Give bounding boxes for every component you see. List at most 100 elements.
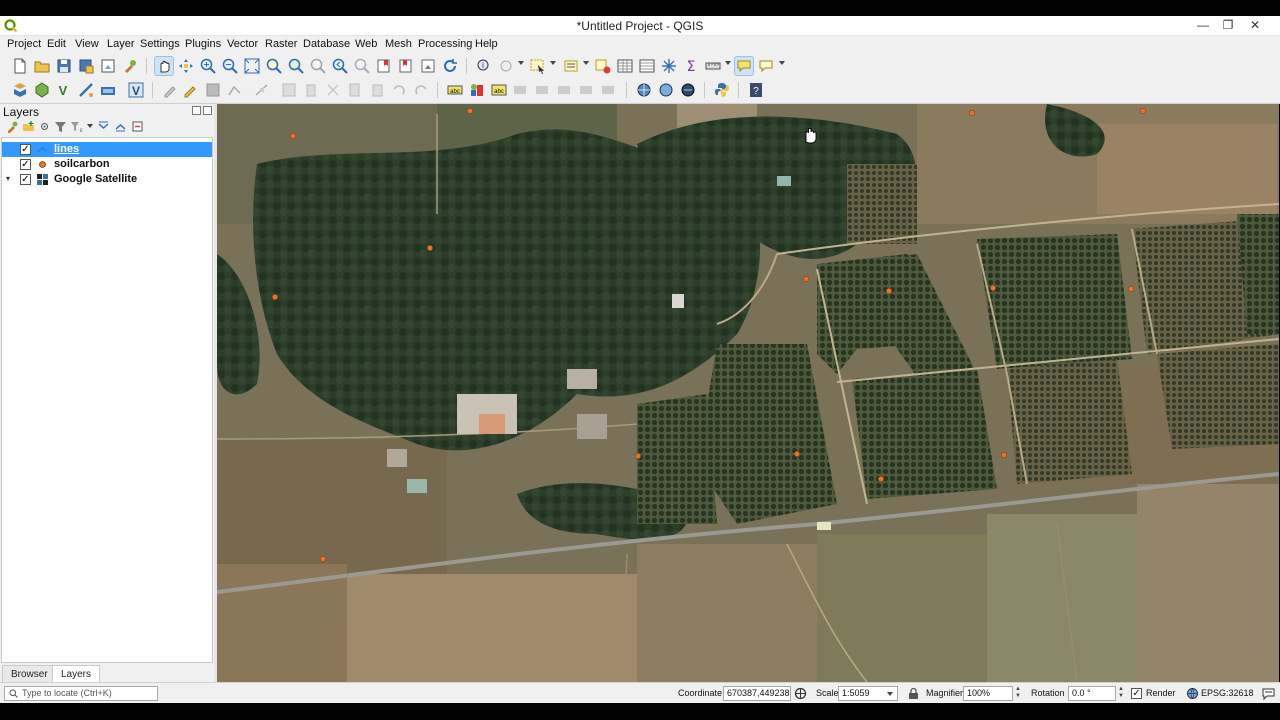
coordinate-field[interactable]: 670387,449238 — [723, 686, 791, 701]
digitize-icon[interactable] — [226, 81, 244, 99]
new-geopackage-layer-icon[interactable] — [33, 81, 51, 99]
filter-by-expression-icon[interactable]: ε — [70, 120, 83, 133]
messages-icon[interactable] — [1262, 687, 1275, 700]
layer-visibility-checkbox[interactable]: ✓ — [20, 174, 31, 185]
vertex-tool-icon[interactable] — [253, 81, 271, 99]
coordinate-toggle-icon[interactable] — [794, 687, 807, 700]
toggle-editing-icon[interactable] — [181, 81, 199, 99]
panel-float-icon[interactable] — [192, 106, 201, 115]
menu-layer[interactable]: Layer — [107, 38, 135, 50]
crs-label[interactable]: EPSG:32618 — [1201, 688, 1254, 698]
zoom-full-icon[interactable] — [243, 57, 261, 75]
globe-icon[interactable] — [679, 81, 697, 99]
zoom-out-icon[interactable] — [221, 57, 239, 75]
move-label-icon[interactable] — [556, 81, 574, 99]
map-canvas[interactable] — [217, 104, 1279, 682]
layer-row-lines[interactable]: ✓ lines — [2, 142, 212, 157]
menu-processing[interactable]: Processing — [418, 38, 472, 50]
help-icon[interactable]: ? — [747, 81, 765, 99]
refresh-map-icon[interactable] — [441, 57, 459, 75]
cut-features-icon[interactable] — [302, 81, 320, 99]
menu-mesh[interactable]: Mesh — [385, 38, 412, 50]
select-by-value-icon[interactable] — [562, 57, 580, 75]
minimize-button[interactable]: — — [1190, 16, 1216, 36]
new-project-icon[interactable] — [11, 57, 29, 75]
layer-visibility-checkbox[interactable]: ✓ — [20, 159, 31, 170]
add-group-icon[interactable] — [22, 120, 35, 133]
crs-globe-icon[interactable] — [1186, 687, 1199, 700]
magnifier-field[interactable]: 100% — [963, 686, 1013, 701]
pan-map-icon[interactable] — [154, 56, 174, 76]
new-bookmark-icon[interactable] — [375, 57, 393, 75]
manage-map-themes-icon[interactable] — [38, 120, 51, 133]
panel-close-icon[interactable] — [203, 106, 212, 115]
menu-help[interactable]: Help — [475, 38, 498, 50]
expand-all-icon[interactable] — [97, 120, 110, 133]
current-edits-icon[interactable] — [161, 81, 179, 99]
paste-features-icon[interactable] — [346, 81, 364, 99]
locator-search[interactable]: Type to locate (Ctrl+K) — [4, 686, 158, 701]
save-edits-icon[interactable] — [204, 81, 222, 99]
menu-vector[interactable]: Vector — [227, 38, 258, 50]
zoom-last-icon[interactable] — [331, 57, 349, 75]
expand-toggle-icon[interactable]: ▾ — [6, 174, 10, 183]
menu-database[interactable]: Database — [303, 38, 350, 50]
tab-browser[interactable]: Browser — [2, 665, 57, 683]
new-spatialite-layer-icon[interactable] — [99, 81, 117, 99]
menu-edit[interactable]: Edit — [47, 38, 66, 50]
save-as-icon[interactable] — [77, 57, 95, 75]
map-tips-icon[interactable] — [734, 56, 754, 76]
menu-raster[interactable]: Raster — [265, 38, 297, 50]
select-features-icon[interactable] — [529, 57, 547, 75]
remove-layer-icon[interactable] — [131, 120, 144, 133]
rotation-spinner[interactable]: ▲ ▼ — [1117, 686, 1125, 701]
layer-visibility-checkbox[interactable]: ✓ — [20, 144, 31, 155]
change-label-icon[interactable] — [600, 81, 618, 99]
menu-settings[interactable]: Settings — [140, 38, 180, 50]
osm-place-search-icon[interactable] — [657, 81, 675, 99]
statistics-icon[interactable] — [660, 57, 678, 75]
rotation-field[interactable]: 0.0 ° — [1068, 686, 1116, 701]
attribute-table-icon[interactable] — [616, 57, 634, 75]
delete-selected-icon[interactable] — [280, 81, 298, 99]
new-temporary-layer-icon[interactable] — [77, 81, 95, 99]
new-print-layout-icon[interactable] — [99, 57, 117, 75]
tab-layers[interactable]: Layers — [52, 665, 101, 683]
field-calculator-sigma-icon[interactable]: Σ — [682, 57, 700, 75]
layer-row-soilcarbon[interactable]: ✓ soilcarbon — [2, 157, 212, 172]
metasearch-icon[interactable] — [635, 81, 653, 99]
zoom-native-icon[interactable] — [309, 57, 327, 75]
filter-legend-icon[interactable] — [54, 120, 67, 133]
zoom-next-icon[interactable] — [353, 57, 371, 75]
data-source-manager-icon[interactable] — [11, 81, 29, 99]
refresh-icon[interactable] — [419, 57, 437, 75]
open-project-icon[interactable] — [33, 57, 51, 75]
action-icon[interactable] — [497, 57, 515, 75]
rotate-label-icon[interactable] — [578, 81, 596, 99]
identify-icon[interactable]: i — [475, 57, 493, 75]
layer-diagram-icon[interactable]: abc — [490, 81, 508, 99]
lock-scale-icon[interactable] — [907, 687, 920, 700]
render-checkbox[interactable]: ✓ — [1131, 688, 1142, 699]
copy-features-icon[interactable] — [324, 81, 342, 99]
menu-web[interactable]: Web — [355, 38, 377, 50]
layer-labeling-icon[interactable] — [468, 81, 486, 99]
new-shapefile-layer-icon[interactable]: V — [55, 81, 73, 99]
layer-row-google-satellite[interactable]: ▾ ✓ Google Satellite — [2, 172, 212, 187]
zoom-in-icon[interactable] — [199, 57, 217, 75]
redo-icon[interactable] — [412, 81, 430, 99]
save-project-icon[interactable] — [55, 57, 73, 75]
magnifier-spinner[interactable]: ▲ ▼ — [1014, 686, 1022, 701]
style-manager-icon[interactable] — [121, 57, 139, 75]
pan-to-selection-icon[interactable] — [177, 57, 195, 75]
collapse-all-icon[interactable] — [114, 120, 127, 133]
pin-labels-icon[interactable] — [512, 81, 530, 99]
menu-project[interactable]: Project — [7, 38, 41, 50]
deselect-icon[interactable] — [594, 57, 612, 75]
show-hide-labels-icon[interactable] — [534, 81, 552, 99]
field-calculator-icon[interactable] — [638, 57, 656, 75]
show-bookmarks-icon[interactable] — [397, 57, 415, 75]
zoom-to-layer-icon[interactable] — [287, 57, 305, 75]
measure-icon[interactable] — [704, 57, 722, 75]
menu-view[interactable]: View — [75, 38, 99, 50]
